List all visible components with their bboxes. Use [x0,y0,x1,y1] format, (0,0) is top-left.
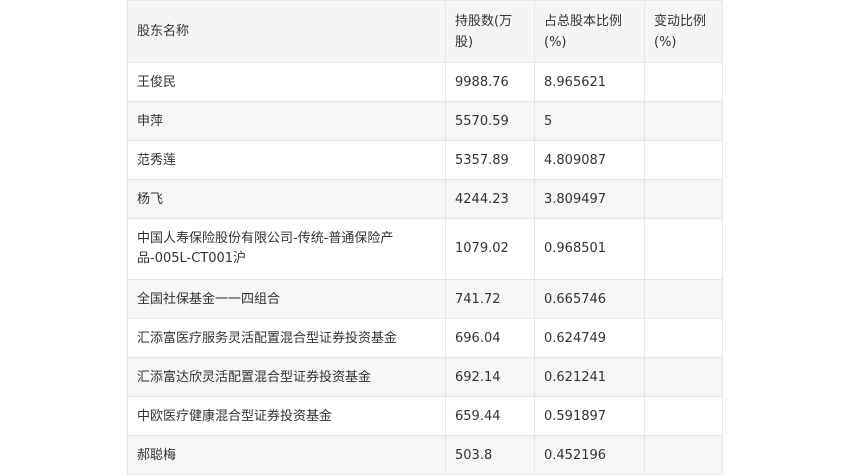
cell-share-ratio: 0.452196 [534,435,645,475]
table-row: 中欧医疗健康混合型证券投资基金 659.44 0.591897 [127,396,723,436]
cell-share-ratio: 0.621241 [534,357,645,397]
table-row: 中国人寿保险股份有限公司-传统-普通保险产品-005L-CT001沪 1079.… [127,218,723,280]
cell-shares-held: 5570.59 [445,101,535,141]
cell-change-ratio [644,179,723,219]
cell-share-ratio: 0.665746 [534,279,645,319]
header-share-ratio: 占总股本比例(%) [534,0,645,63]
cell-change-ratio [644,318,723,358]
cell-share-ratio: 3.809497 [534,179,645,219]
table-row: 范秀莲 5357.89 4.809087 [127,140,723,180]
table-row: 全国社保基金一一四组合 741.72 0.665746 [127,279,723,319]
cell-change-ratio [644,279,723,319]
table-row: 汇添富医疗服务灵活配置混合型证券投资基金 696.04 0.624749 [127,318,723,358]
cell-share-ratio: 0.624749 [534,318,645,358]
cell-shares-held: 741.72 [445,279,535,319]
table-row: 汇添富达欣灵活配置混合型证券投资基金 692.14 0.621241 [127,357,723,397]
cell-shares-held: 503.8 [445,435,535,475]
cell-change-ratio [644,218,723,280]
table-row: 郝聪梅 503.8 0.452196 [127,435,723,475]
cell-change-ratio [644,101,723,141]
cell-share-ratio: 0.968501 [534,218,645,280]
cell-shares-held: 659.44 [445,396,535,436]
shareholder-table-container: 股东名称 持股数(万股) 占总股本比例(%) 变动比例(%) 王俊民 9988.… [127,0,723,475]
cell-change-ratio [644,357,723,397]
table-row: 杨飞 4244.23 3.809497 [127,179,723,219]
cell-shares-held: 1079.02 [445,218,535,280]
cell-shareholder-name: 申萍 [127,101,446,141]
table-row: 王俊民 9988.76 8.965621 [127,62,723,102]
cell-shares-held: 9988.76 [445,62,535,102]
table-header-row: 股东名称 持股数(万股) 占总股本比例(%) 变动比例(%) [127,0,723,63]
cell-change-ratio [644,396,723,436]
cell-shareholder-name: 郝聪梅 [127,435,446,475]
table-row: 申萍 5570.59 5 [127,101,723,141]
cell-shareholder-name: 范秀莲 [127,140,446,180]
cell-shareholder-name: 王俊民 [127,62,446,102]
header-shares-held: 持股数(万股) [445,0,535,63]
header-shareholder-name: 股东名称 [127,0,446,63]
cell-shareholder-name: 全国社保基金一一四组合 [127,279,446,319]
cell-shareholder-name: 中欧医疗健康混合型证券投资基金 [127,396,446,436]
cell-shares-held: 4244.23 [445,179,535,219]
cell-shares-held: 5357.89 [445,140,535,180]
shareholder-table: 股东名称 持股数(万股) 占总股本比例(%) 变动比例(%) 王俊民 9988.… [127,0,723,475]
cell-share-ratio: 0.591897 [534,396,645,436]
cell-change-ratio [644,62,723,102]
cell-shares-held: 696.04 [445,318,535,358]
cell-change-ratio [644,140,723,180]
cell-share-ratio: 8.965621 [534,62,645,102]
cell-change-ratio [644,435,723,475]
header-change-ratio: 变动比例(%) [644,0,723,63]
cell-shares-held: 692.14 [445,357,535,397]
cell-shareholder-name: 中国人寿保险股份有限公司-传统-普通保险产品-005L-CT001沪 [127,218,446,280]
cell-shareholder-name: 汇添富医疗服务灵活配置混合型证券投资基金 [127,318,446,358]
cell-shareholder-name: 杨飞 [127,179,446,219]
cell-share-ratio: 5 [534,101,645,141]
cell-share-ratio: 4.809087 [534,140,645,180]
cell-shareholder-name: 汇添富达欣灵活配置混合型证券投资基金 [127,357,446,397]
